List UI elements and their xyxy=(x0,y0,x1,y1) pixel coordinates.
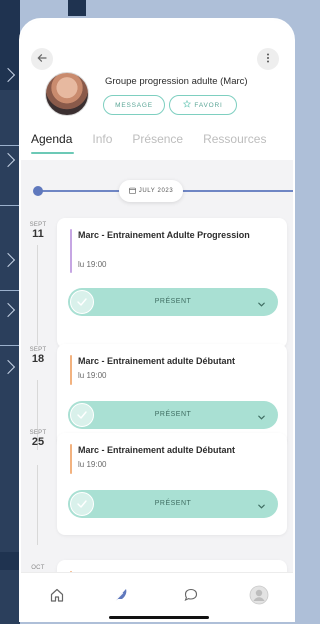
phone-screen: Groupe progression adulte (Marc) MESSAGE… xyxy=(19,18,295,622)
event-date: SEPT 25 xyxy=(27,430,49,448)
attendance-dropdown[interactable]: PRÉSENT xyxy=(68,490,278,518)
attendance-dropdown[interactable]: PRÉSENT xyxy=(68,401,278,429)
event-day: 18 xyxy=(31,353,45,365)
event-card[interactable]: Marc - Entrainement adulte Débutant lu 1… xyxy=(57,433,287,535)
more-options-button[interactable] xyxy=(257,48,279,70)
chevron-down-icon xyxy=(257,498,266,516)
event-card[interactable]: Marc - Entrainement Adulte Progression l… xyxy=(57,218,287,348)
tab-ressources[interactable]: Ressources xyxy=(193,132,276,156)
event-date: SEPT 18 xyxy=(27,347,49,365)
event-title: Marc - Entrainement adulte Débutant xyxy=(78,445,236,455)
event-card[interactable]: Marc - Entrainement adulte Débutant lu 1… xyxy=(57,344,287,446)
event-date: SEPT 11 xyxy=(27,222,49,240)
home-indicator xyxy=(109,616,209,619)
more-vertical-icon xyxy=(266,50,270,68)
timeline-line xyxy=(37,245,38,345)
star-icon xyxy=(183,99,192,110)
event-title: Marc - Entrainement adulte Débutant xyxy=(78,356,236,366)
timeline-line xyxy=(37,465,38,545)
bottom-nav xyxy=(21,572,293,620)
event-month: OCT xyxy=(31,565,45,571)
month-pill[interactable]: JULY 2023 xyxy=(119,180,183,202)
chevron-down-icon xyxy=(257,409,266,427)
background-divider xyxy=(0,205,20,206)
home-icon xyxy=(49,587,65,608)
tab-presence[interactable]: Présence xyxy=(122,132,193,156)
favori-button-label: FAVORI xyxy=(194,101,223,109)
tab-info[interactable]: Info xyxy=(82,132,122,156)
background-divider xyxy=(0,345,20,346)
attendance-status: PRÉSENT xyxy=(154,500,192,507)
background-block xyxy=(68,0,86,16)
event-time: lu 19:00 xyxy=(78,260,107,269)
event-accent-bar xyxy=(70,355,72,385)
event-day: 25 xyxy=(31,436,45,448)
group-title: Groupe progression adulte (Marc) xyxy=(105,76,248,87)
nav-chat[interactable] xyxy=(181,587,201,607)
event-accent-bar xyxy=(70,444,72,474)
arrow-left-icon xyxy=(37,50,47,68)
nav-feather[interactable] xyxy=(111,587,131,607)
attendance-status: PRÉSENT xyxy=(154,411,192,418)
profile-icon xyxy=(249,585,269,610)
back-button[interactable] xyxy=(31,48,53,70)
background-divider xyxy=(0,145,20,146)
event-time: lu 19:00 xyxy=(78,371,107,380)
event-time: lu 19:00 xyxy=(78,460,107,469)
event-title: Marc - Entrainement Adulte Progression xyxy=(78,230,250,240)
event-day: 11 xyxy=(32,228,44,240)
feather-icon xyxy=(112,586,130,609)
event-date: OCT xyxy=(27,565,49,571)
chevron-down-icon xyxy=(257,296,266,314)
calendar-icon xyxy=(128,187,136,196)
timeline-marker xyxy=(33,186,43,196)
month-label: JULY 2023 xyxy=(138,188,174,194)
favori-button[interactable]: FAVORI xyxy=(169,95,237,115)
message-button-label: MESSAGE xyxy=(115,101,153,109)
event-accent-bar xyxy=(70,229,72,273)
avatar xyxy=(45,72,89,116)
message-button[interactable]: MESSAGE xyxy=(103,95,165,115)
nav-profile[interactable] xyxy=(249,585,269,610)
tab-bar: Agenda Info Présence Ressources xyxy=(21,132,293,158)
chat-icon xyxy=(183,587,199,608)
attendance-status: PRÉSENT xyxy=(154,298,192,305)
nav-home[interactable] xyxy=(47,587,67,607)
tab-agenda[interactable]: Agenda xyxy=(21,132,82,156)
background-divider xyxy=(0,290,20,291)
attendance-dropdown[interactable]: PRÉSENT xyxy=(68,288,278,316)
group-header: Groupe progression adulte (Marc) MESSAGE… xyxy=(21,20,293,160)
